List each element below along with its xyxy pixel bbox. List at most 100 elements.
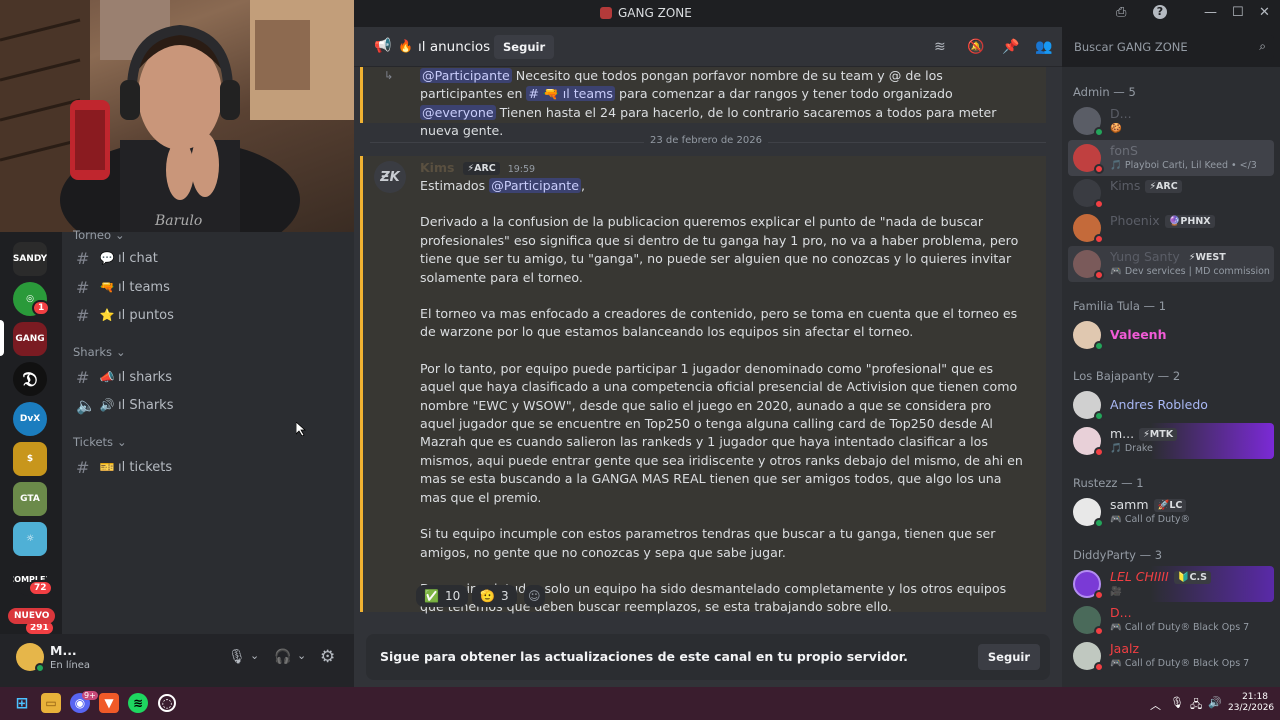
reaction-emoji: 🫡 [480,589,495,603]
member-item[interactable]: LEL CHIIII 🔰C.S 🎥 [1068,566,1274,602]
search-box[interactable]: Buscar GANG ZONE ⌕ [1066,35,1274,59]
reply-arrow-icon: ↳ [384,69,394,82]
member-item[interactable]: Yung Santy ⚡WEST 🎮 Dev services | MD commi… [1068,246,1274,282]
server-gang-zone[interactable]: GANG [13,322,47,356]
channel-name: anuncios [429,39,491,55]
microphone-tray-icon[interactable]: 🎙 [1170,696,1184,709]
speaker-icon: 🔈 [76,395,96,415]
server-detroit[interactable]: 𝔇 [13,362,47,396]
add-reaction-icon[interactable]: ☺ [524,585,545,607]
server-gta[interactable]: GTA [13,482,47,516]
network-icon[interactable]: 🖧 [1190,696,1202,715]
chevron-down-icon[interactable]: ⌄ [297,649,306,662]
server-gold[interactable]: $ [13,442,47,476]
brave-browser-icon[interactable]: ▼ [99,693,119,713]
status-dot [1094,662,1104,672]
webcam-overlay: Barulo [0,0,354,232]
channel-tickets[interactable]: # 🎫 ıl tickets [68,454,344,480]
member-item[interactable]: Phoenix 🔮PHNX [1068,210,1274,246]
member-name-row: LEL CHIIII 🔰C.S [1110,569,1211,584]
new-label-badge[interactable]: NUEVO [8,608,56,624]
channel-teams[interactable]: # 🔫 ıl teams [68,274,344,300]
volume-icon[interactable]: 🔊 [1208,696,1222,709]
member-name: m... [1110,426,1135,441]
webcam-person-image: Barulo [0,0,354,232]
message-paragraph: Si tu equipo incumple con estos parametr… [420,526,996,560]
role-mention[interactable]: @Participante [489,178,581,193]
windows-start-icon[interactable]: ⊞ [12,693,32,713]
message-content: @Participante Necesito que todos pongan … [420,67,1026,141]
file-explorer-icon[interactable]: ▭ [41,693,61,713]
chevron-down-icon: ⌄ [115,228,125,242]
spotify-icon[interactable]: ≋ [128,693,148,713]
clock[interactable]: 21:18 23/2/2026 [1228,692,1274,714]
member-activity: 🎥 [1110,586,1122,597]
server-neopets[interactable]: DvX [13,402,47,436]
channel-label: ıl tickets [118,459,173,475]
close-icon[interactable]: ✕ [1259,5,1270,20]
role-mention[interactable]: @Participante [420,68,512,83]
members-list-icon[interactable]: 👥 [1035,39,1052,55]
member-item[interactable]: fonS 🎵 Playboi Carti, Lil Keed • </3 [1068,140,1274,176]
channel-prefix: ıl [418,39,426,55]
channel-mention[interactable]: # 🔫 ıl teams [526,86,615,102]
pin-icon[interactable]: 📌 [1002,39,1019,55]
member-tag: ⚡MTK [1139,428,1178,441]
clock-time: 21:18 [1242,692,1268,702]
member-item[interactable]: Kims ⚡ARC [1068,175,1274,211]
author-name[interactable]: Kims [420,160,454,175]
reaction-salute[interactable]: 🫡 3 [472,585,517,607]
user-name[interactable]: M... [50,643,77,658]
member-item[interactable]: D... 🎮 Call of Duty® Black Ops 7 [1068,602,1274,638]
notification-mute-icon[interactable]: 🔕 [967,39,984,55]
server-sandy-motors[interactable]: SANDY [13,242,47,276]
chevron-down-icon: ⌄ [117,435,127,449]
member-item[interactable]: Jaalz 🎮 Call of Duty® Black Ops 7 [1068,638,1274,674]
inbox-icon[interactable]: ⎙ [1116,5,1126,20]
category-tickets[interactable]: Tickets ⌄ [73,435,127,449]
channel-label: ıl teams [118,279,170,295]
reaction-check[interactable]: ✅ 10 [416,585,469,607]
category-label: Tickets [73,435,114,449]
member-tag: 🔮PHNX [1164,215,1215,228]
channel-emoji: 📣 [99,370,115,384]
channel-sharks[interactable]: # 📣 ıl sharks [68,364,344,390]
chevron-down-icon[interactable]: ⌄ [250,649,259,662]
channel-title: ıl anuncios [418,39,490,55]
member-group-title: Admin — 5 [1073,85,1136,99]
tray-chevron-icon[interactable]: ︿ [1150,697,1161,713]
help-icon[interactable]: ? [1153,5,1167,19]
threads-icon[interactable]: ≋ [934,39,946,55]
author-avatar[interactable]: ƵK [374,161,406,193]
channel-name: chat [129,250,158,266]
member-item[interactable]: samm 🚀LC 🎮 Call of Duty® [1068,494,1274,530]
member-name: D... [1110,106,1132,121]
follow-button[interactable]: Seguir [977,644,1040,670]
member-activity: 🎮 Call of Duty® Black Ops 7 [1110,658,1250,669]
message-content: Estimados @Participante, Derivado a la c… [420,177,1026,617]
search-icon: ⌕ [1259,39,1266,53]
server-beach[interactable]: ☼ [13,522,47,556]
member-name: Andres Robledo [1110,397,1208,412]
follow-button[interactable]: Seguir [494,35,555,59]
microphone-icon[interactable]: 🎙 [228,649,246,665]
headphones-icon[interactable]: 🎧 [274,649,291,665]
category-torneo[interactable]: Torneo ⌄ [73,228,125,242]
member-item[interactable]: Andres Robledo [1068,387,1274,423]
member-name-row: Kims ⚡ARC [1110,178,1182,193]
everyone-mention[interactable]: @everyone [420,104,496,120]
channel-name: teams [129,279,170,295]
message-paragraph: El torneo va mas enfocado a creadores de… [420,306,1018,340]
maximize-icon[interactable]: ☐ [1232,5,1244,20]
category-sharks[interactable]: Sharks ⌄ [73,345,126,359]
channel-puntos[interactable]: # ⭐ ıl puntos [68,302,344,328]
settings-gear-icon[interactable]: ⚙ [320,647,335,667]
voice-channel-sharks[interactable]: 🔈 🔊 ıl Sharks [68,392,344,418]
app-icon[interactable]: ◌ [158,694,176,712]
member-group-title: DiddyParty — 3 [1073,548,1163,562]
channel-chat[interactable]: # 💬 ıl chat [68,245,344,271]
member-item[interactable]: D... 🍪 [1068,103,1274,139]
member-item[interactable]: m... ⚡MTK 🎵 Drake [1068,423,1274,459]
minimize-icon[interactable]: — [1204,5,1217,20]
member-item[interactable]: Valeenh [1068,317,1274,353]
